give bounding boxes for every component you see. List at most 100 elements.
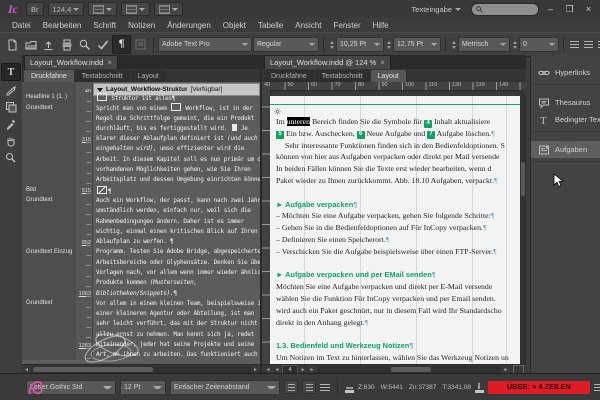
- heading-line[interactable]: 1.3. Bedienfeld und Werkzeug Notizen¶: [276, 340, 520, 352]
- body-line[interactable]: – Möchten Sie eine Aufgabe verpacken, ge…: [276, 210, 520, 222]
- collapse-story-icon[interactable]: [97, 87, 103, 92]
- panel-group-grip[interactable]: ·····: [531, 87, 600, 94]
- kerning-select[interactable]: Metrisch: [458, 37, 510, 52]
- statusbar-leading-select[interactable]: Einfacher Zeilenabstand: [170, 379, 280, 395]
- statusbar-font-size-select[interactable]: 12 Pt: [120, 379, 166, 395]
- font-style-select[interactable]: Regular: [253, 37, 319, 52]
- body-line[interactable]: wird auch ein Paket geschnürt, nur in di…: [276, 305, 520, 317]
- zoom-tool[interactable]: [2, 150, 20, 166]
- align-center-button[interactable]: [582, 38, 595, 51]
- first-page-button[interactable]: ◄: [264, 367, 272, 373]
- scrollbar-thumb[interactable]: [33, 367, 153, 372]
- body-line[interactable]: Möchten Sie eine Aufgabe verpacken und d…: [276, 281, 520, 293]
- tab-layout[interactable]: Layout: [130, 70, 166, 82]
- galley-line[interactable]: vorhandenen Möglichkeiten gehen, wie Sie…: [22, 164, 260, 175]
- scrollbar-thumb[interactable]: [390, 367, 431, 372]
- document-page[interactable]: Im unteren Bereich finden Sie die Symbol…: [270, 96, 520, 365]
- menu-änderungen[interactable]: Änderungen: [161, 21, 217, 30]
- new-document-button[interactable]: [4, 36, 21, 53]
- tracking-select[interactable]: 0: [519, 37, 559, 52]
- body-line[interactable]: Paket wieder zu Ihnen zurückkommt. Abb. …: [276, 175, 520, 187]
- heading-line[interactable]: ► Aufgabe verpacken¶: [276, 199, 520, 211]
- show-hidden-characters-toggle[interactable]: ¶: [112, 35, 131, 54]
- kerning-stepper[interactable]: [450, 38, 457, 51]
- menu-tabelle[interactable]: Tabelle: [252, 21, 289, 30]
- panel-button-aufgaben[interactable]: Aufgaben: [531, 141, 600, 158]
- panel-group-grip[interactable]: ·····: [531, 57, 600, 64]
- close-tab-icon[interactable]: ×: [380, 58, 385, 67]
- align-left-button[interactable]: [568, 38, 581, 51]
- galley-line[interactable]: einer kleineren Agentur oder Abteilung, …: [22, 308, 260, 319]
- galley-line[interactable]: durchläuft, bis es fertiggestellt wird. …: [22, 123, 260, 134]
- galley-line[interactable]: Grundtext Auch ein Workflow, der passt, k…: [22, 195, 260, 206]
- scrollbar-thumb[interactable]: [521, 161, 525, 196]
- menu-fenster[interactable]: Fenster: [328, 21, 367, 30]
- font-family-select[interactable]: Adobe Text Pro: [158, 37, 252, 52]
- body-line[interactable]: können von hier aus Aufgaben verpacken o…: [276, 151, 520, 163]
- zoom-level-dropdown[interactable]: 124,4: [47, 2, 85, 16]
- galley-line[interactable]: Arbeitsbereiche oder Glyphensätze. Denke…: [22, 257, 260, 268]
- document-tab[interactable]: Layout_Workflow.indd @ 124 % ×: [264, 55, 391, 69]
- open-button[interactable]: [22, 36, 39, 53]
- body-line[interactable]: Um Notizen im Text zu hinterlassen, wähl…: [276, 352, 520, 364]
- body-line[interactable]: direkt in den Anhang gelegt.¶: [276, 317, 520, 329]
- next-page-button[interactable]: ►: [299, 367, 307, 373]
- galley-line[interactable]: Art, an ihnen zu arbeiten. Das funktioni…: [22, 349, 260, 361]
- galley-line[interactable]: Grundtext Vor allem in einem kleinen Team…: [22, 298, 260, 309]
- statusbar-menu-icon[interactable]: [320, 383, 330, 391]
- menu-notizen[interactable]: Notizen: [122, 21, 161, 30]
- notes-tool[interactable]: [2, 82, 20, 98]
- tab-druckfahne[interactable]: Druckfahne: [24, 70, 74, 82]
- scroll-right-icon[interactable]: ►: [251, 367, 260, 373]
- heading-line[interactable]: ► Aufgabe verpacken und per EMail senden…: [276, 269, 520, 281]
- arrange-documents-dropdown[interactable]: [154, 2, 184, 16]
- bridge-button[interactable]: Br: [26, 2, 44, 16]
- body-line[interactable]: – Gehen Sie in die Bedienfeldoptionen au…: [276, 222, 520, 234]
- font-size-select[interactable]: 10,25 Pt: [336, 37, 384, 52]
- menu-hilfe[interactable]: Hilfe: [367, 21, 395, 30]
- galley-line[interactable]: Vorlagen nach, vor allem wenn immer wied…: [22, 267, 260, 278]
- galley-line[interactable]: Produkte kommen (Musterseiten,: [22, 277, 260, 288]
- line-numbers-toggle[interactable]: [302, 380, 316, 394]
- find-button[interactable]: [76, 36, 93, 53]
- galley-line[interactable]: 1263 miteinander, jeder hat seine Projekt…: [22, 339, 260, 350]
- scroll-left-icon[interactable]: ◄: [22, 367, 31, 373]
- minimize-button[interactable]: –: [543, 3, 558, 15]
- checkin-button[interactable]: [40, 36, 57, 53]
- galley-line[interactable]: Headline 1 (1. ) Struktur ist alles¶: [22, 92, 260, 103]
- last-page-button[interactable]: ►: [308, 367, 316, 373]
- panel-button-hyperlinks[interactable]: Hyperlinks: [531, 64, 600, 81]
- body-line[interactable]: In beiden Fällen können Sie die Texte er…: [276, 163, 520, 175]
- scroll-right-icon[interactable]: ►: [502, 367, 510, 373]
- galley-line[interactable]: Rahmenbedingungen ändern. Daher ist es i…: [22, 215, 260, 227]
- menu-bearbeiten[interactable]: Bearbeiten: [37, 21, 88, 30]
- position-tool[interactable]: [2, 99, 20, 115]
- galley-content[interactable]: 40 Layout_Workflow-Struktur [Verfügbar] …: [22, 82, 260, 365]
- body-line[interactable]: Sehr interessante Funktionen finden sich…: [276, 140, 520, 152]
- tracking-stepper[interactable]: [511, 38, 518, 51]
- tab-textabschnitt[interactable]: Textabschnitt: [74, 70, 130, 82]
- spellcheck-button[interactable]: [94, 36, 111, 53]
- menu-datei[interactable]: Datei: [6, 21, 37, 30]
- menu-objekt[interactable]: Objekt: [217, 21, 252, 30]
- leading-select[interactable]: 12,75 Pt: [393, 37, 441, 52]
- body-line[interactable]: Im unteren Bereich finden Sie die Symbol…: [276, 116, 520, 128]
- document-tab[interactable]: Layout_Workflow.indd ×: [24, 55, 118, 69]
- menu-ansicht[interactable]: Ansicht: [289, 21, 327, 30]
- align-right-button[interactable]: [596, 38, 600, 51]
- tab-layout[interactable]: Layout: [370, 70, 406, 82]
- type-tool[interactable]: T: [1, 63, 21, 81]
- galley-line[interactable]: eingehalten wird), umso effizienter wird…: [22, 143, 260, 155]
- galley-line[interactable]: umständlich werden, einfach nur, weil si…: [22, 205, 260, 216]
- view-options-dropdown[interactable]: [88, 2, 118, 16]
- close-tab-icon[interactable]: ×: [107, 58, 112, 67]
- font-size-stepper[interactable]: [328, 38, 335, 51]
- panel-group-grip[interactable]: ·····: [531, 134, 600, 141]
- galley-line[interactable]: Grundtext Spricht man von einem Workflow,…: [22, 102, 260, 113]
- restore-button[interactable]: ❐: [562, 3, 577, 15]
- layout-vertical-scrollbar[interactable]: [520, 90, 526, 365]
- previous-page-button[interactable]: ◄: [273, 367, 281, 373]
- galley-line[interactable]: Regel die Schrittfolge gemeint, die ein …: [22, 112, 260, 124]
- galley-line[interactable]: wichtig, einmal einen kritischen Blick a…: [22, 226, 260, 237]
- galley-line[interactable]: allzu ernst zu nehmen. Man kennt sich ja…: [22, 329, 260, 340]
